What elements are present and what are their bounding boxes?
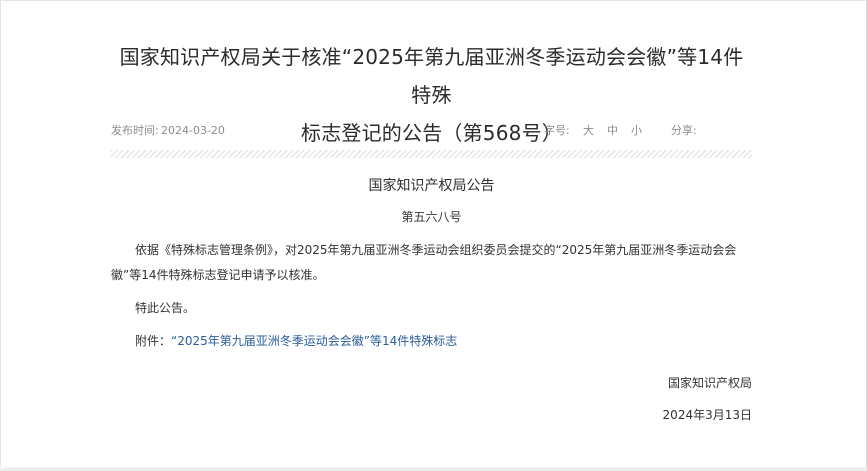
announcement-notice: 特此公告。 bbox=[135, 301, 196, 315]
font-size-small-button[interactable]: 小 bbox=[631, 123, 642, 139]
font-size-large-button[interactable]: 大 bbox=[583, 123, 594, 139]
announcement-number: 第五六八号 bbox=[401, 210, 462, 224]
issue-date: 2024年3月13日 bbox=[662, 408, 752, 422]
article-title-line-1: 国家知识产权局关于核准“2025年第九届亚洲冬季运动会会徽”等14件特殊 bbox=[119, 45, 744, 107]
attachment-row: 附件：“2025年第九届亚洲冬季运动会会徽”等14件特殊标志 bbox=[111, 329, 752, 354]
issuer-signature: 国家知识产权局 bbox=[667, 376, 752, 390]
share-label: 分享: bbox=[671, 124, 697, 137]
publish-date-label: 发布时间: bbox=[111, 124, 159, 137]
font-size-label: 字号: bbox=[544, 124, 570, 137]
hatched-divider bbox=[111, 150, 752, 158]
announcement-heading: 国家知识产权局公告 bbox=[368, 178, 495, 194]
article-body: 国家知识产权局公告 第五六八号 依据《特殊标志管理条例》，对2025年第九届亚洲… bbox=[111, 172, 752, 425]
font-size-medium-button[interactable]: 中 bbox=[607, 123, 618, 139]
attachment-label: 附件： bbox=[135, 334, 172, 348]
attachment-link[interactable]: “2025年第九届亚洲冬季运动会会徽”等14件特殊标志 bbox=[171, 334, 457, 348]
article-container: 国家知识产权局关于核准“2025年第九届亚洲冬季运动会会徽”等14件特殊 标志登… bbox=[111, 0, 752, 422]
publish-date: 2024-03-20 bbox=[161, 124, 225, 137]
announcement-paragraph: 依据《特殊标志管理条例》，对2025年第九届亚洲冬季运动会组织委员会提交的“20… bbox=[111, 243, 737, 282]
article-meta-bar: 发布时间: 2024-03-20 字号: 大 中 小 分享: bbox=[111, 123, 752, 139]
bottom-shadow bbox=[0, 467, 867, 471]
